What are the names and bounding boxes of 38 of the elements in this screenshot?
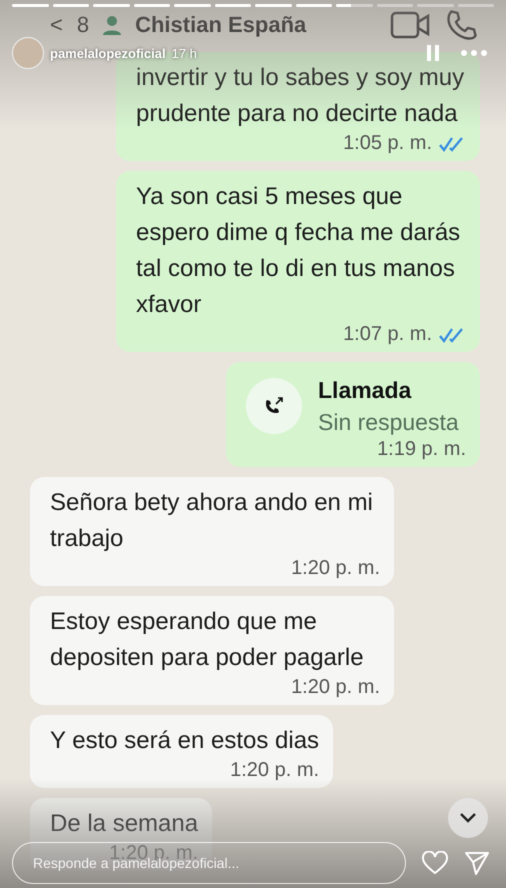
story-progress-segment	[52, 4, 89, 7]
story-progress-segment	[296, 4, 332, 7]
story-progress-segment	[134, 4, 170, 7]
call-title: Llamada	[318, 376, 412, 405]
post-age: 17 h	[172, 46, 197, 60]
more-icon[interactable]	[460, 49, 488, 57]
scroll-down-button[interactable]	[448, 798, 488, 838]
heart-icon[interactable]	[422, 851, 448, 875]
person-icon	[103, 15, 122, 35]
message-time: 1:20 p. m.	[291, 676, 380, 699]
pause-icon[interactable]	[426, 44, 440, 62]
message-time: 1:19 p. m.	[377, 438, 466, 461]
story-progress-segment	[336, 4, 372, 7]
story-progress-segment	[12, 4, 48, 7]
video-call-icon[interactable]	[390, 11, 430, 39]
message-text: Estoy esperando que me depositen para poder pagarle	[50, 607, 365, 673]
unread-count: 8	[76, 12, 90, 38]
message-time: 1:20 p. m.	[291, 557, 380, 580]
double-check-icon	[438, 136, 466, 152]
message-text: Señora bety ahora ando en mi trabajo	[50, 488, 374, 554]
message-text: invertir y tu lo sabes y soy muy prudente para no decirte nada	[136, 63, 466, 129]
message-time: 1:05 p. m.	[343, 132, 432, 155]
double-check-icon	[438, 326, 466, 342]
message-text: Y esto será en estos dias	[50, 726, 320, 756]
story-progress-segment	[255, 4, 292, 7]
message-text: Ya son casi 5 meses que espero dime q fecha me darás tal como te lo di en tus manos xfavor	[136, 182, 462, 320]
call-status: Sin respuesta	[318, 408, 459, 437]
avatar[interactable]	[12, 37, 44, 69]
message-text: De la semana	[50, 809, 198, 839]
contact-name: Chistian España	[135, 12, 306, 38]
story-progress-segment	[214, 4, 251, 7]
back-button[interactable]: <	[50, 12, 63, 38]
send-icon[interactable]	[464, 850, 490, 876]
story-progress-segment	[93, 4, 130, 7]
message-time: 1:07 p. m.	[343, 323, 432, 346]
chevron-down-icon	[459, 812, 477, 824]
message-time: 1:20 p. m.	[230, 759, 320, 782]
story-progress-segment	[174, 4, 210, 7]
